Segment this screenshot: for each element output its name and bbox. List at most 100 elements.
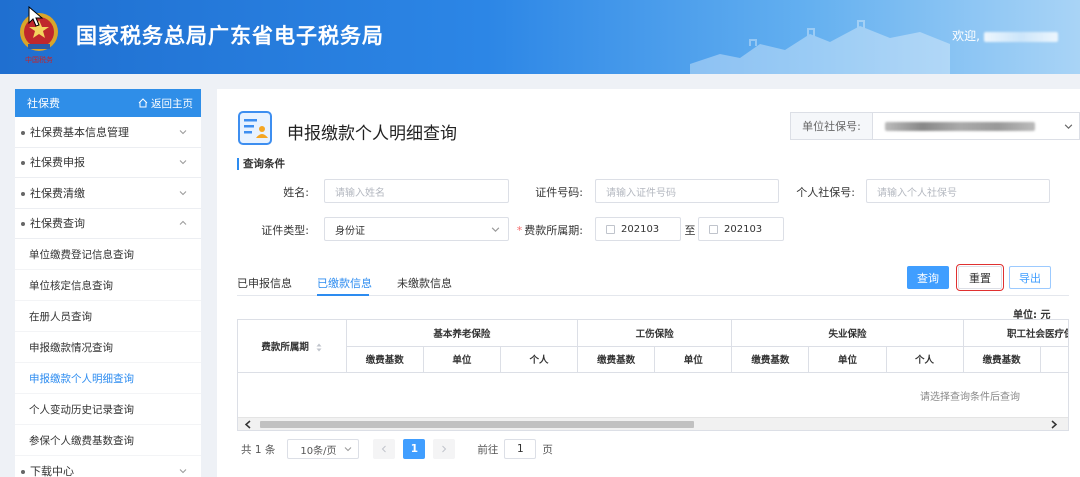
bullet-icon xyxy=(21,222,25,227)
id-type-value: 身份证 xyxy=(335,225,365,237)
column-header-personal: 个人 xyxy=(500,346,579,373)
chevron-down-icon xyxy=(179,160,187,165)
top-header: 中国税务 国家税务总局广东省电子税务局 欢迎, xyxy=(0,0,1080,74)
column-header-unit: 单位 xyxy=(654,346,733,373)
name-input[interactable]: 请输入姓名 xyxy=(324,179,509,203)
sidebar-group-download[interactable]: 下载中心 xyxy=(15,456,201,477)
sidebar-item-registered-staff[interactable]: 在册人员查询 xyxy=(15,301,201,332)
period-from-input[interactable]: 202103 xyxy=(595,217,681,241)
goto-suffix: 页 xyxy=(542,443,553,456)
chevron-down-icon xyxy=(345,447,352,452)
chevron-down-icon xyxy=(179,190,187,195)
column-header-unit: 单位 xyxy=(1040,346,1068,373)
reset-button[interactable]: 重置 xyxy=(956,264,1004,291)
emblem-caption: 中国税务 xyxy=(25,55,53,64)
sort-icon[interactable] xyxy=(316,343,322,352)
prev-page-button[interactable] xyxy=(373,439,396,459)
bullet-icon xyxy=(21,191,25,196)
chevron-down-icon xyxy=(179,129,187,134)
personal-social-label: 个人社保号: xyxy=(796,186,855,199)
export-button[interactable]: 导出 xyxy=(1009,266,1051,289)
results-table-grid: 费款所属期 基本养老保险 工伤保险 失业保险 职工社会医疗保 缴费基数 单位 个… xyxy=(238,320,1068,373)
sidebar-item-unit-registration[interactable]: 单位缴费登记信息查询 xyxy=(15,239,201,270)
bullet-icon xyxy=(21,130,25,135)
chevron-right-icon xyxy=(442,445,447,453)
chevron-down-icon xyxy=(179,468,187,473)
sidebar-group-label: 社保费基本信息管理 xyxy=(30,125,129,139)
sidebar-group-label: 社保费申报 xyxy=(30,156,85,170)
sidebar-item-payment-status[interactable]: 申报缴款情况查询 xyxy=(15,332,201,363)
column-header-base: 缴费基数 xyxy=(963,346,1041,373)
document-user-icon xyxy=(238,111,272,145)
blurred-unit-number xyxy=(885,121,1035,131)
sidebar-item-personal-detail[interactable]: 申报缴款个人明细查询 xyxy=(15,363,201,394)
sidebar-title: 社保费 xyxy=(27,97,60,110)
page-number-current[interactable]: 1 xyxy=(403,439,426,459)
return-home-link[interactable]: 返回主页 xyxy=(138,96,193,111)
chevron-down-icon xyxy=(1064,123,1072,129)
column-header-unit: 单位 xyxy=(808,346,887,373)
unit-social-select[interactable]: 单位社保号: xyxy=(790,112,1080,140)
tab-declared[interactable]: 已申报信息 xyxy=(237,275,292,291)
column-header-base: 缴费基数 xyxy=(346,346,424,373)
id-number-input[interactable]: 请输入证件号码 xyxy=(595,179,779,203)
horizontal-scrollbar[interactable] xyxy=(238,417,1068,430)
column-group-injury: 工伤保险 xyxy=(577,320,733,347)
chevron-up-icon xyxy=(179,221,187,226)
query-button[interactable]: 查询 xyxy=(907,266,949,289)
sidebar-item-payment-base[interactable]: 参保个人缴费基数查询 xyxy=(15,425,201,456)
column-header-period-label: 费款所属期 xyxy=(261,341,309,353)
sidebar-group-label: 社保费清缴 xyxy=(30,186,85,200)
query-conditions-title: 查询条件 xyxy=(237,158,285,170)
empty-table-message: 请选择查询条件后查询 xyxy=(920,392,1020,403)
next-page-button[interactable] xyxy=(433,439,456,459)
sidebar-group-declare[interactable]: 社保费申报 xyxy=(15,148,201,178)
page-title: 申报缴款个人明细查询 xyxy=(287,124,457,144)
column-header-base: 缴费基数 xyxy=(577,346,656,373)
sidebar-item-change-history[interactable]: 个人变动历史记录查询 xyxy=(15,394,201,425)
sidebar: 社保费 返回主页 社保费基本信息管理 社保费申报 社保费清缴 社保费查询 单位缴… xyxy=(15,89,201,477)
tab-paid[interactable]: 已缴款信息 xyxy=(317,275,372,291)
sidebar-group-query[interactable]: 社保费查询 xyxy=(15,209,201,239)
chevron-down-icon xyxy=(491,226,500,232)
column-header-personal: 个人 xyxy=(886,346,964,373)
blurred-username xyxy=(984,31,1058,42)
id-type-select[interactable]: 身份证 xyxy=(324,217,509,241)
sidebar-group-settle[interactable]: 社保费清缴 xyxy=(15,178,201,209)
period-label-text: 费款所属期: xyxy=(524,224,583,237)
unit-social-label: 单位社保号: xyxy=(791,113,873,139)
sidebar-group-basic-info[interactable]: 社保费基本信息管理 xyxy=(15,117,201,148)
tab-unpaid[interactable]: 未缴款信息 xyxy=(397,275,452,291)
sidebar-group-label: 下载中心 xyxy=(30,464,74,477)
calendar-icon xyxy=(606,224,615,234)
period-from-value: 202103 xyxy=(621,223,660,235)
goto-page: 前往 1 页 xyxy=(477,439,553,459)
name-label: 姓名: xyxy=(283,186,309,199)
period-to-value: 202103 xyxy=(724,223,763,235)
personal-social-input[interactable]: 请输入个人社保号 xyxy=(866,179,1050,203)
scroll-right-icon[interactable] xyxy=(1050,420,1058,429)
period-separator: 至 xyxy=(684,224,696,237)
column-header-period[interactable]: 费款所属期 xyxy=(238,320,347,373)
page-size-select[interactable]: 10条/页 xyxy=(287,439,360,459)
active-tab-indicator xyxy=(317,294,369,296)
sidebar-header: 社保费 返回主页 xyxy=(15,89,201,117)
goto-page-input[interactable]: 1 xyxy=(504,439,537,459)
scroll-left-icon[interactable] xyxy=(244,420,252,429)
site-title: 国家税务总局广东省电子税务局 xyxy=(76,24,384,48)
pagination: 共 1 条 10条/页 1 前往 1 页 xyxy=(241,439,553,459)
welcome-user[interactable]: 欢迎, xyxy=(952,27,1058,44)
bullet-icon xyxy=(21,469,25,474)
period-to-input[interactable]: 202103 xyxy=(698,217,784,241)
unit-social-value xyxy=(873,113,1057,139)
column-group-medical: 职工社会医疗保 xyxy=(963,320,1068,347)
scrollbar-thumb[interactable] xyxy=(260,421,694,428)
home-icon xyxy=(138,98,148,108)
column-header-base: 缴费基数 xyxy=(731,346,810,373)
goto-label: 前往 xyxy=(477,443,499,456)
mouse-cursor-icon xyxy=(28,6,44,27)
select-arrow xyxy=(1057,113,1079,139)
return-home-label: 返回主页 xyxy=(151,97,193,110)
sidebar-item-unit-approval[interactable]: 单位核定信息查询 xyxy=(15,270,201,301)
great-wall-illustration xyxy=(690,20,950,74)
